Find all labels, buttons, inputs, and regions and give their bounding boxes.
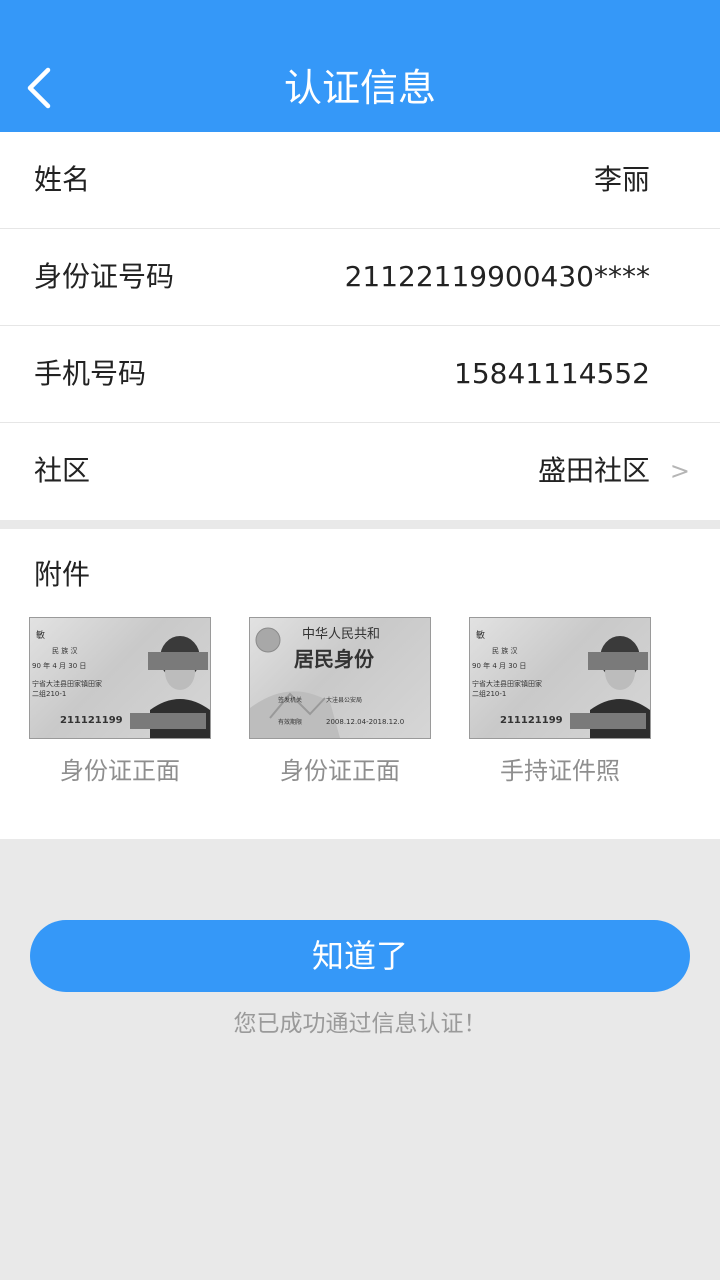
card-text: 大洼县公安局	[326, 696, 362, 704]
card-text: 有效期限	[278, 718, 302, 726]
card-text: 宁省大洼县田家镇田家	[472, 679, 542, 688]
card-heading: 居民身份	[294, 647, 375, 671]
success-message: 您已成功通过信息认证！	[233, 1011, 487, 1037]
card-number: 211121199	[60, 715, 123, 726]
card-text: 90 年 4 月 30 日	[472, 661, 526, 670]
card-text: 敏	[36, 629, 45, 641]
id-front-thumbnail[interactable]: 敏 民 族 汉 90 年 4 月 30 日 宁省大洼县田家镇田家 二组210-1…	[29, 617, 211, 739]
id-front-caption: 身份证正面	[60, 757, 180, 785]
card-number: 211121199	[500, 715, 563, 726]
name-row: 姓名 李丽	[0, 132, 720, 229]
handheld-photo-thumbnail[interactable]: 敏 民 族 汉 90 年 4 月 30 日 宁省大洼县田家镇田家 二组210-1…	[469, 617, 651, 739]
card-text: 宁省大洼县田家镇田家	[32, 679, 102, 688]
community-row[interactable]: 社区 盛田社区 >	[0, 423, 720, 520]
id-back-thumbnail[interactable]: 中华人民共和 居民身份 签发机关 大洼县公安局 有效期限 2008.12.04-…	[249, 617, 431, 739]
id-back-caption: 身份证正面	[280, 757, 400, 785]
card-text: 民 族 汉	[492, 646, 517, 655]
card-text: 90 年 4 月 30 日	[32, 661, 86, 670]
card-text: 民 族 汉	[52, 646, 77, 655]
handheld-photo-image: 敏 民 族 汉 90 年 4 月 30 日 宁省大洼县田家镇田家 二组210-1…	[472, 629, 650, 738]
id-number-label: 身份证号码	[34, 260, 175, 293]
handheld-photo-caption: 手持证件照	[500, 757, 620, 785]
id-card-back-image: 中华人民共和 居民身份 签发机关 大洼县公安局 有效期限 2008.12.04-…	[250, 627, 404, 738]
id-number-row: 身份证号码 21122119900430****	[0, 229, 720, 326]
confirm-button[interactable]: 知道了	[30, 920, 690, 992]
card-title: 中华人民共和	[302, 627, 380, 642]
phone-row: 手机号码 15841114552	[0, 326, 720, 423]
id-card-front-image: 敏 民 族 汉 90 年 4 月 30 日 宁省大洼县田家镇田家 二组210-1…	[32, 629, 210, 738]
page-title: 认证信息	[283, 66, 436, 110]
chevron-right-icon: >	[669, 457, 690, 485]
card-text: 二组210-1	[472, 689, 506, 698]
card-text: 签发机关	[278, 696, 302, 704]
phone-value: 15841114552	[454, 357, 650, 390]
header-bar: 认证信息	[0, 0, 720, 132]
card-text: 二组210-1	[32, 689, 66, 698]
attachments-title: 附件	[34, 558, 91, 591]
attachments-section: 附件 敏 民 族 汉 90 年 4 月 30 日 宁省大洼县田家镇田家 二组21…	[0, 529, 720, 839]
name-label: 姓名	[34, 163, 91, 196]
info-form: 姓名 李丽 身份证号码 21122119900430**** 手机号码 1584…	[0, 132, 720, 520]
name-value: 李丽	[593, 163, 650, 196]
card-text: 2008.12.04-2018.12.0	[326, 718, 404, 726]
community-value: 盛田社区	[537, 454, 650, 487]
phone-label: 手机号码	[34, 357, 147, 390]
card-text: 敏	[476, 629, 485, 641]
id-number-value: 21122119900430****	[344, 260, 650, 293]
community-label: 社区	[34, 454, 91, 487]
